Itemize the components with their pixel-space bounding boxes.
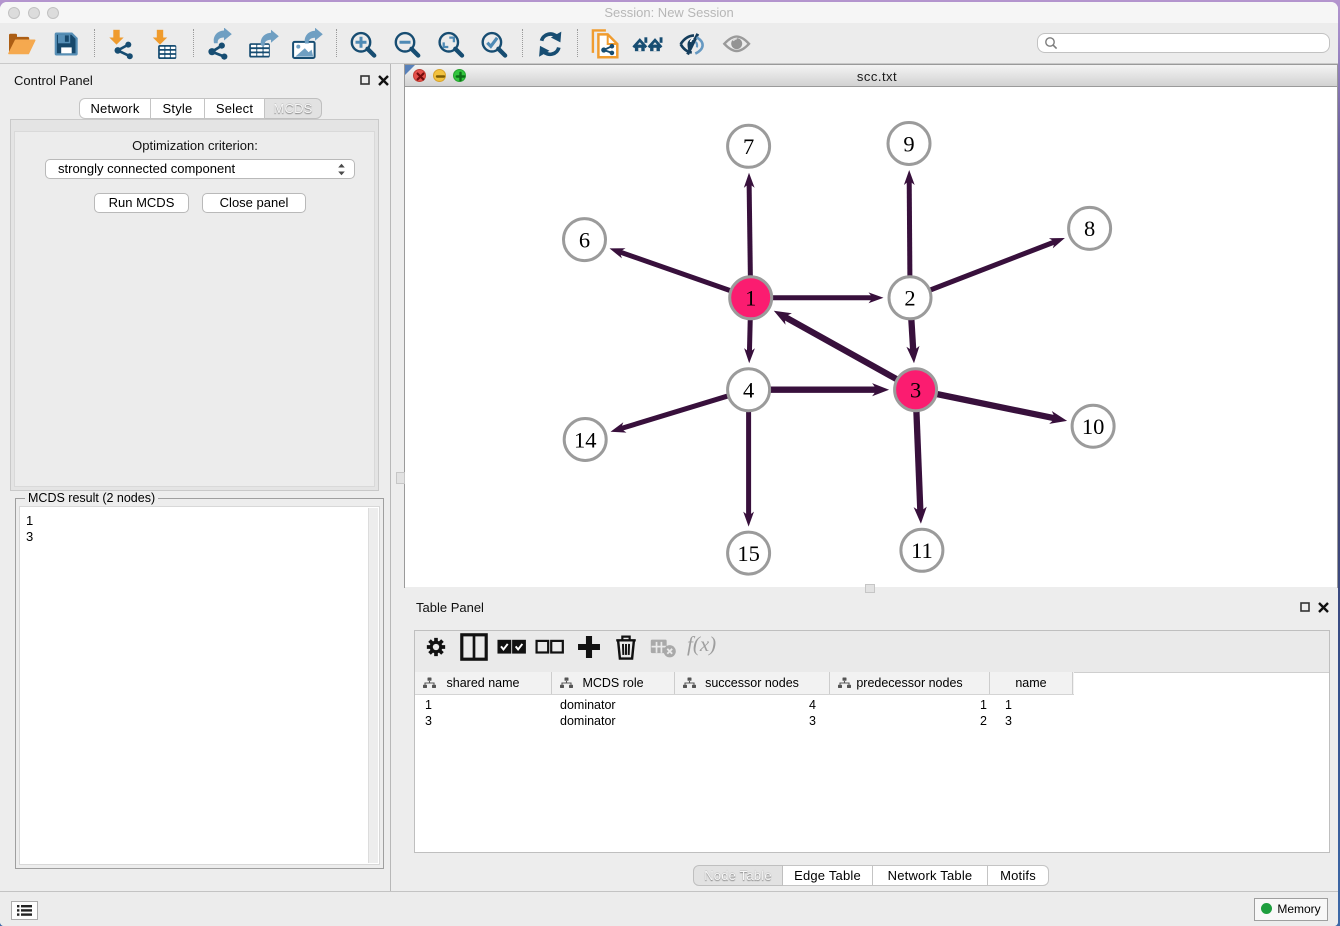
svg-text:2: 2 (904, 286, 915, 311)
svg-text:11: 11 (911, 538, 933, 563)
svg-text:15: 15 (737, 541, 760, 566)
svg-text:1: 1 (745, 286, 756, 311)
svg-text:4: 4 (743, 378, 754, 403)
svg-text:3: 3 (910, 378, 921, 403)
svg-text:6: 6 (579, 227, 590, 252)
svg-text:7: 7 (743, 134, 754, 159)
svg-text:14: 14 (574, 427, 597, 452)
svg-text:10: 10 (1082, 414, 1105, 439)
svg-text:9: 9 (903, 131, 914, 156)
svg-text:8: 8 (1084, 216, 1095, 241)
